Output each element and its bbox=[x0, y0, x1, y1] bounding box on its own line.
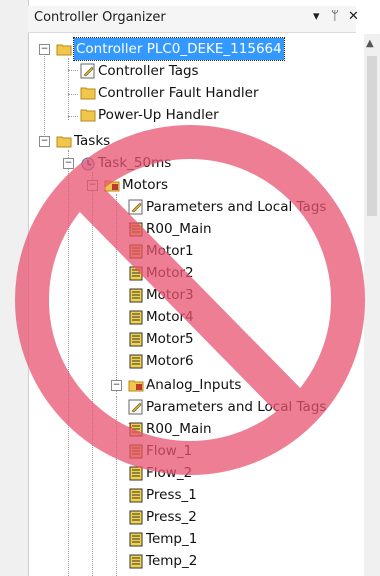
tree-item-label: Flow_1 bbox=[146, 443, 193, 459]
ladder-routine-icon bbox=[129, 466, 143, 481]
ladder-routine-icon bbox=[129, 554, 143, 569]
ladder-routine-icon bbox=[129, 532, 143, 547]
tree-connector bbox=[68, 116, 78, 117]
tree-item-label: Task_50ms bbox=[98, 155, 172, 171]
tree-item-label: Flow_2 bbox=[146, 465, 193, 481]
folder-icon bbox=[80, 109, 96, 122]
panel-titlebar: Controller Organizer ▾ ᛘ ✕ bbox=[28, 6, 359, 33]
collapse-toggle-icon[interactable]: − bbox=[87, 180, 98, 191]
ladder-routine-icon bbox=[129, 310, 143, 325]
tree-item-label: Motor4 bbox=[146, 309, 194, 325]
tag-document-icon bbox=[128, 199, 143, 215]
scrollbar-thumb[interactable] bbox=[367, 56, 377, 216]
tree-item-label: Temp_2 bbox=[146, 553, 198, 569]
folder-open-icon bbox=[56, 44, 72, 56]
collapse-toggle-icon[interactable]: − bbox=[111, 380, 122, 391]
ladder-routine-icon bbox=[129, 288, 143, 303]
tree-item-label: Motor2 bbox=[146, 265, 194, 281]
tree-connector bbox=[68, 58, 69, 120]
ladder-routine-icon bbox=[129, 488, 143, 503]
tag-document-icon bbox=[80, 63, 95, 79]
program-folder-icon bbox=[104, 180, 120, 192]
tree-item-label: Power-Up Handler bbox=[98, 107, 219, 123]
ladder-routine-icon bbox=[129, 332, 143, 347]
scroll-up-arrow-icon[interactable]: ▲ bbox=[366, 38, 374, 49]
folder-open-icon bbox=[56, 136, 72, 148]
main-routine-icon: 1 bbox=[128, 222, 143, 237]
tree-connector bbox=[116, 396, 117, 576]
tree-item-label: Temp_1 bbox=[146, 531, 198, 547]
svg-text:1: 1 bbox=[128, 422, 132, 430]
tree-item-label: Motor3 bbox=[146, 287, 194, 303]
ladder-routine-icon bbox=[129, 266, 143, 281]
tree-item-label: Parameters and Local Tags bbox=[146, 399, 327, 415]
chevron-down-icon[interactable]: ▾ bbox=[313, 9, 320, 24]
tree-item-label: Tasks bbox=[74, 133, 111, 149]
ladder-routine-icon bbox=[129, 444, 143, 459]
tree-item-label: Motors bbox=[122, 177, 169, 193]
main-routine-icon: 1 bbox=[128, 422, 143, 437]
tree-connector bbox=[68, 150, 69, 576]
tree-item-label: Controller Fault Handler bbox=[98, 85, 259, 101]
program-folder-icon bbox=[128, 380, 144, 392]
tree-item-label: Motor1 bbox=[146, 243, 194, 259]
tree-connector bbox=[116, 194, 117, 394]
tag-document-icon bbox=[128, 399, 143, 415]
tree-connector bbox=[44, 46, 45, 141]
panel-title: Controller Organizer bbox=[34, 10, 166, 25]
tree-item-label: R00_Main bbox=[146, 221, 212, 237]
tree-item-label: Press_1 bbox=[146, 487, 197, 503]
tree-item-label: Controller PLC0_DEKE_115664 bbox=[73, 37, 285, 61]
tree-connector bbox=[68, 70, 78, 71]
ladder-routine-icon bbox=[129, 510, 143, 525]
svg-text:1: 1 bbox=[128, 222, 132, 230]
ladder-routine-icon bbox=[129, 244, 143, 259]
tree-item-label: Motor6 bbox=[146, 353, 194, 369]
tree-item-label: Analog_Inputs bbox=[146, 377, 242, 393]
pin-icon[interactable]: ᛘ bbox=[331, 9, 339, 24]
tree-item-label: Press_2 bbox=[146, 509, 197, 525]
tree-connector bbox=[92, 172, 93, 576]
collapse-toggle-icon[interactable]: − bbox=[39, 136, 50, 147]
periodic-task-icon bbox=[81, 157, 95, 171]
tree-item-label: R00_Main bbox=[146, 421, 212, 437]
folder-icon bbox=[80, 87, 96, 100]
collapse-toggle-icon[interactable]: − bbox=[39, 44, 50, 55]
close-icon[interactable]: ✕ bbox=[348, 9, 359, 24]
project-tree[interactable]: − Controller PLC0_DEKE_115664 Controller… bbox=[28, 34, 356, 576]
tree-item-label: Parameters and Local Tags bbox=[146, 199, 327, 215]
vertical-scrollbar[interactable]: ▲ bbox=[364, 34, 380, 576]
tree-item-label: Motor5 bbox=[146, 331, 194, 347]
ladder-routine-icon bbox=[129, 354, 143, 369]
collapse-toggle-icon[interactable]: − bbox=[63, 158, 74, 169]
tree-connector bbox=[68, 94, 78, 95]
tree-item-label: Controller Tags bbox=[98, 63, 199, 79]
